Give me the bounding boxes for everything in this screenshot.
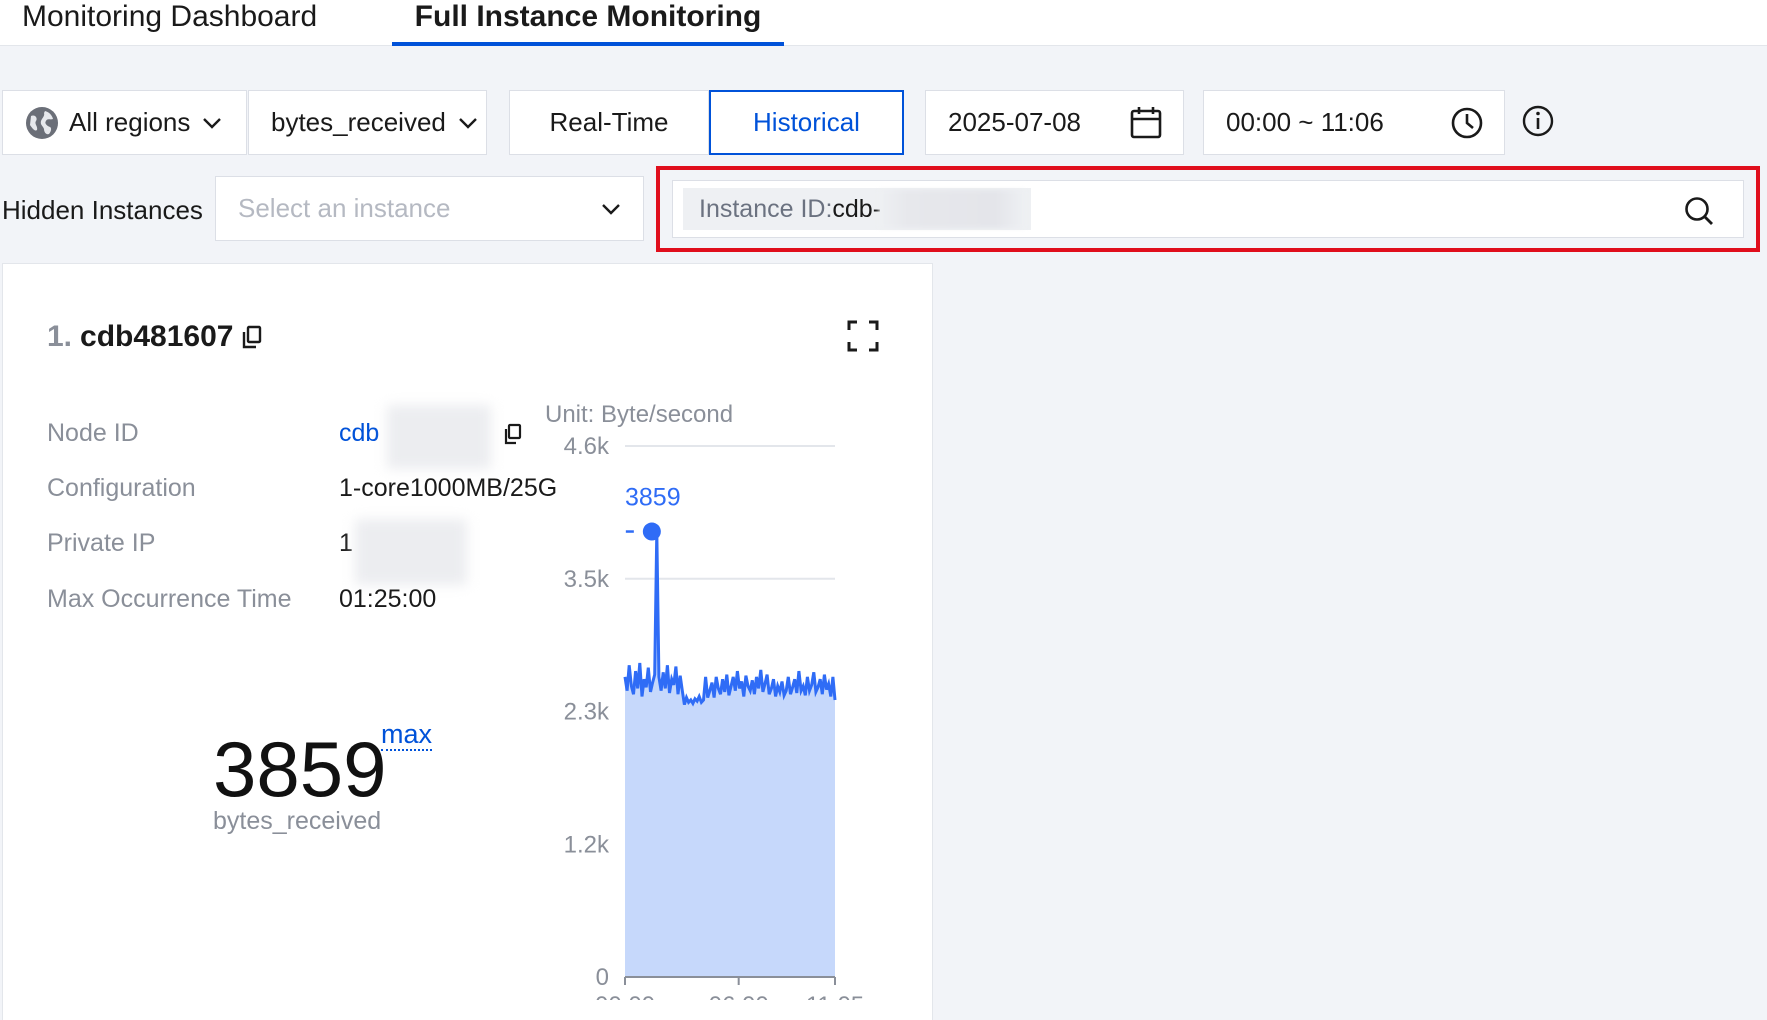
time-range-value: 00:00 ~ 11:06 (1226, 107, 1384, 137)
clock-icon (1451, 107, 1483, 139)
search-filter-tag[interactable]: Instance ID:cdb- (683, 188, 1032, 230)
historical-button[interactable]: Historical (709, 90, 904, 155)
calendar-icon (1130, 107, 1162, 139)
x-tick-label: 06:00 (709, 992, 769, 1000)
redacted-area (355, 519, 467, 585)
x-tick-label: 11:05 (806, 992, 864, 1000)
hidden-instance-placeholder: Select an instance (238, 193, 451, 223)
bytes-received-chart: Unit: Byte/second 0 1.2k 2.3k 3.5k 4.6k 00:00… (545, 401, 864, 1000)
peak-point (642, 522, 661, 541)
y-tick-label: 0 (596, 964, 609, 991)
globe-icon (26, 106, 58, 139)
node-id-label: Node ID (47, 419, 139, 447)
instance-title: 1. cdb481607 (47, 320, 263, 354)
copy-icon[interactable] (241, 325, 263, 349)
hidden-instances-label: Hidden Instances (2, 195, 203, 225)
max-value: 3859 (213, 725, 387, 813)
x-tick-label: 00:00 (595, 992, 655, 1000)
search-tag-value: cdb- (832, 195, 882, 223)
time-range-picker[interactable]: 00:00 ~ 11:06 (1203, 90, 1505, 155)
tab-full-instance-monitoring[interactable]: Full Instance Monitoring (392, 0, 784, 46)
chart-unit-label: Unit: Byte/second (545, 401, 733, 428)
search-tag-key: Instance ID: (699, 195, 833, 223)
y-tick-label: 1.2k (564, 831, 610, 858)
region-select-value: All regions (69, 107, 191, 137)
chevron-down-icon (459, 117, 477, 129)
copy-icon[interactable] (503, 423, 523, 445)
search-icon[interactable] (1683, 195, 1715, 227)
instance-search-input[interactable]: Instance ID:cdb- (672, 180, 1744, 238)
max-time-value: 01:25:00 (339, 585, 437, 613)
peak-label: 3859 (625, 484, 681, 512)
instance-name: cdb481607 (80, 320, 234, 353)
max-tag[interactable]: max (381, 719, 433, 751)
max-metric-name: bytes_received (213, 807, 382, 835)
region-select[interactable]: All regions (2, 90, 247, 155)
instance-index: 1. (47, 320, 73, 353)
metric-select-value: bytes_received (271, 107, 446, 137)
node-id-link[interactable]: cdb (339, 419, 379, 448)
info-icon[interactable] (1521, 104, 1555, 138)
redacted-area (879, 190, 1025, 228)
max-time-label: Max Occurrence Time (47, 585, 292, 613)
hidden-instance-select[interactable]: Select an instance (215, 176, 644, 241)
private-ip-value: 1 (339, 529, 353, 557)
search-highlight-box: Instance ID:cdb- (656, 166, 1760, 252)
private-ip-label: Private IP (47, 529, 156, 557)
configuration-value: 1-core1000MB/25G (339, 474, 558, 502)
tab-monitoring-dashboard[interactable]: Monitoring Dashboard (22, 0, 317, 46)
date-value: 2025-07-08 (948, 107, 1081, 137)
y-tick-label: 2.3k (564, 699, 610, 726)
tab-bar: Monitoring Dashboard Full Instance Monit… (0, 0, 1767, 46)
configuration-label: Configuration (47, 474, 196, 502)
fullscreen-icon[interactable] (847, 320, 879, 352)
y-tick-label: 4.6k (564, 433, 610, 460)
realtime-button[interactable]: Real-Time (509, 90, 709, 155)
y-tick-label: 3.5k (564, 566, 610, 593)
date-picker[interactable]: 2025-07-08 (925, 90, 1184, 155)
chevron-down-icon (602, 204, 620, 215)
instance-card: 1. cdb481607 Node ID cdb Configuration 1… (2, 263, 933, 1020)
chevron-down-icon (203, 117, 222, 129)
metric-select[interactable]: bytes_received (248, 90, 487, 155)
redacted-area (387, 405, 491, 469)
